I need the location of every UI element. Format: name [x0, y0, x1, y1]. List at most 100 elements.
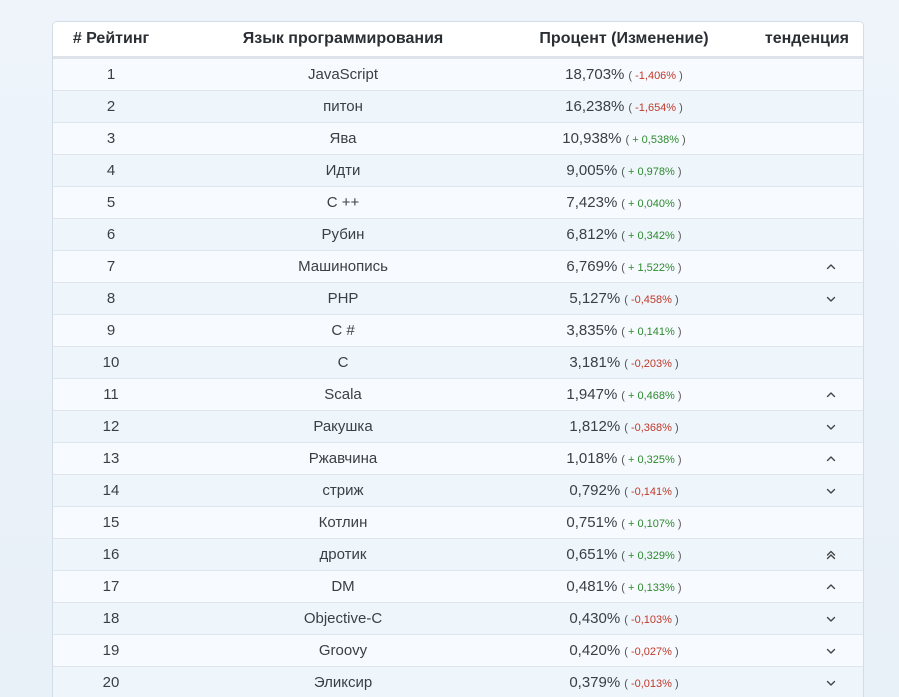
language-cell: JavaScript: [169, 57, 517, 91]
percent-value: 7,423%: [566, 194, 618, 211]
header-percent[interactable]: Процент (Изменение): [517, 22, 731, 59]
language-cell: PHP: [169, 282, 517, 315]
chevron-down-icon: [825, 421, 837, 433]
change-value: + 0,538%: [632, 134, 679, 146]
chevron-down-icon: [825, 677, 837, 689]
table-row[interactable]: 8 PHP 5,127%( -0,458% ): [53, 282, 863, 315]
percent-value: 0,420%: [569, 642, 621, 659]
change-value: -1,654%: [635, 102, 677, 114]
table-row[interactable]: 10 C 3,181%( -0,203% ): [53, 346, 863, 379]
language-cell: Котлин: [169, 506, 517, 539]
change-badge: ( + 0,329% ): [621, 550, 682, 562]
header-row: # Рейтинг Язык программирования Процент …: [53, 22, 863, 59]
change-value: + 0,107%: [628, 518, 675, 530]
header-rank[interactable]: # Рейтинг: [53, 22, 169, 59]
percent-cell: 9,005%( + 0,978% ): [517, 154, 731, 187]
change-badge: ( + 0,107% ): [621, 518, 682, 530]
trend-cell: [731, 634, 863, 667]
percent-value: 0,751%: [566, 514, 618, 531]
percent-value: 10,938%: [562, 130, 622, 147]
chevron-up-icon: [825, 261, 837, 273]
percent-cell: 3,835%( + 0,141% ): [517, 314, 731, 347]
trend-cell: [731, 154, 863, 187]
table-row[interactable]: 18 Objective-C 0,430%( -0,103% ): [53, 602, 863, 635]
percent-cell: 1,812%( -0,368% ): [517, 410, 731, 443]
table-row[interactable]: 17 DM 0,481%( + 0,133% ): [53, 570, 863, 603]
table-row[interactable]: 16 дротик 0,651%( + 0,329% ): [53, 538, 863, 571]
percent-value: 6,769%: [566, 258, 618, 275]
trend-cell: [731, 282, 863, 315]
table-row[interactable]: 9C #3,835%( + 0,141% ): [53, 314, 863, 347]
header-language[interactable]: Язык программирования: [169, 22, 517, 59]
table-row[interactable]: 6 Рубин 6,812%( + 0,342% ): [53, 218, 863, 251]
change-badge: ( -0,368% ): [624, 422, 679, 434]
table-row[interactable]: 12 Ракушка 1,812%( -0,368% ): [53, 410, 863, 443]
trend-cell: [731, 666, 863, 697]
change-badge: ( + 0,141% ): [621, 326, 682, 338]
change-badge: ( -1,654% ): [628, 102, 683, 114]
table-row[interactable]: 5C ++ 7,423%( + 0,040% ): [53, 186, 863, 219]
percent-cell: 6,769%( + 1,522% ): [517, 250, 731, 283]
rank-cell: 7: [53, 250, 169, 283]
ranking-table-card: # Рейтинг Язык программирования Процент …: [52, 21, 864, 697]
trend-cell: [731, 378, 863, 411]
trend-cell: [731, 602, 863, 635]
percent-value: 6,812%: [566, 226, 618, 243]
language-cell: питон: [169, 90, 517, 123]
table-row[interactable]: 7 Машинопись 6,769%( + 1,522% ): [53, 250, 863, 283]
table-row[interactable]: 1 JavaScript 18,703%( -1,406% ): [53, 57, 863, 91]
language-cell: Ржавчина: [169, 442, 517, 475]
language-cell: Ракушка: [169, 410, 517, 443]
percent-cell: 0,379%( -0,013% ): [517, 666, 731, 697]
change-badge: ( + 0,978% ): [621, 166, 682, 178]
table-row[interactable]: 19 Groovy 0,420%( -0,027% ): [53, 634, 863, 667]
percent-value: 0,379%: [569, 674, 621, 691]
percent-cell: 1,018%( + 0,325% ): [517, 442, 731, 475]
table-row[interactable]: 14 стриж 0,792%( -0,141% ): [53, 474, 863, 507]
rank-cell: 13: [53, 442, 169, 475]
language-cell: дротик: [169, 538, 517, 571]
percent-cell: 0,651%( + 0,329% ): [517, 538, 731, 571]
percent-value: 1,812%: [569, 418, 621, 435]
rank-cell: 3: [53, 122, 169, 155]
table-row[interactable]: 15 Котлин 0,751%( + 0,107% ): [53, 506, 863, 539]
trend-cell: [731, 250, 863, 283]
trend-cell: [731, 570, 863, 603]
table-row[interactable]: 20 Эликсир 0,379%( -0,013% ): [53, 666, 863, 697]
language-cell: стриж: [169, 474, 517, 507]
change-value: -0,141%: [630, 486, 672, 498]
table-row[interactable]: 13 Ржавчина 1,018%( + 0,325% ): [53, 442, 863, 475]
header-trend[interactable]: тенденция: [731, 22, 863, 59]
rank-cell: 19: [53, 634, 169, 667]
chevron-up-icon: [825, 389, 837, 401]
percent-cell: 5,127%( -0,458% ): [517, 282, 731, 315]
percent-value: 1,018%: [566, 450, 618, 467]
trend-cell: [731, 218, 863, 251]
trend-cell: [731, 122, 863, 155]
table-row[interactable]: 2 питон 16,238%( -1,654% ): [53, 90, 863, 123]
ranking-table: # Рейтинг Язык программирования Процент …: [53, 22, 863, 697]
table-row[interactable]: 4 Идти 9,005%( + 0,978% ): [53, 154, 863, 187]
percent-cell: 16,238%( -1,654% ): [517, 90, 731, 123]
chevron-up-icon: [825, 581, 837, 593]
rank-cell: 12: [53, 410, 169, 443]
table-row[interactable]: 3 Ява 10,938%( + 0,538% ): [53, 122, 863, 155]
language-cell: Эликсир: [169, 666, 517, 697]
trend-cell: [731, 538, 863, 571]
language-cell: Идти: [169, 154, 517, 187]
rank-cell: 16: [53, 538, 169, 571]
percent-cell: 7,423%( + 0,040% ): [517, 186, 731, 219]
trend-cell: [731, 506, 863, 539]
language-cell: Ява: [169, 122, 517, 155]
rank-cell: 17: [53, 570, 169, 603]
change-value: + 0,040%: [628, 198, 675, 210]
change-value: + 0,342%: [628, 230, 675, 242]
percent-value: 9,005%: [566, 162, 618, 179]
percent-cell: 0,481%( + 0,133% ): [517, 570, 731, 603]
table-row[interactable]: 11 Scala 1,947%( + 0,468% ): [53, 378, 863, 411]
trend-cell: [731, 57, 863, 91]
change-badge: ( -0,103% ): [624, 614, 679, 626]
change-value: -0,368%: [630, 422, 672, 434]
percent-cell: 3,181%( -0,203% ): [517, 346, 731, 379]
change-value: + 0,325%: [628, 454, 675, 466]
